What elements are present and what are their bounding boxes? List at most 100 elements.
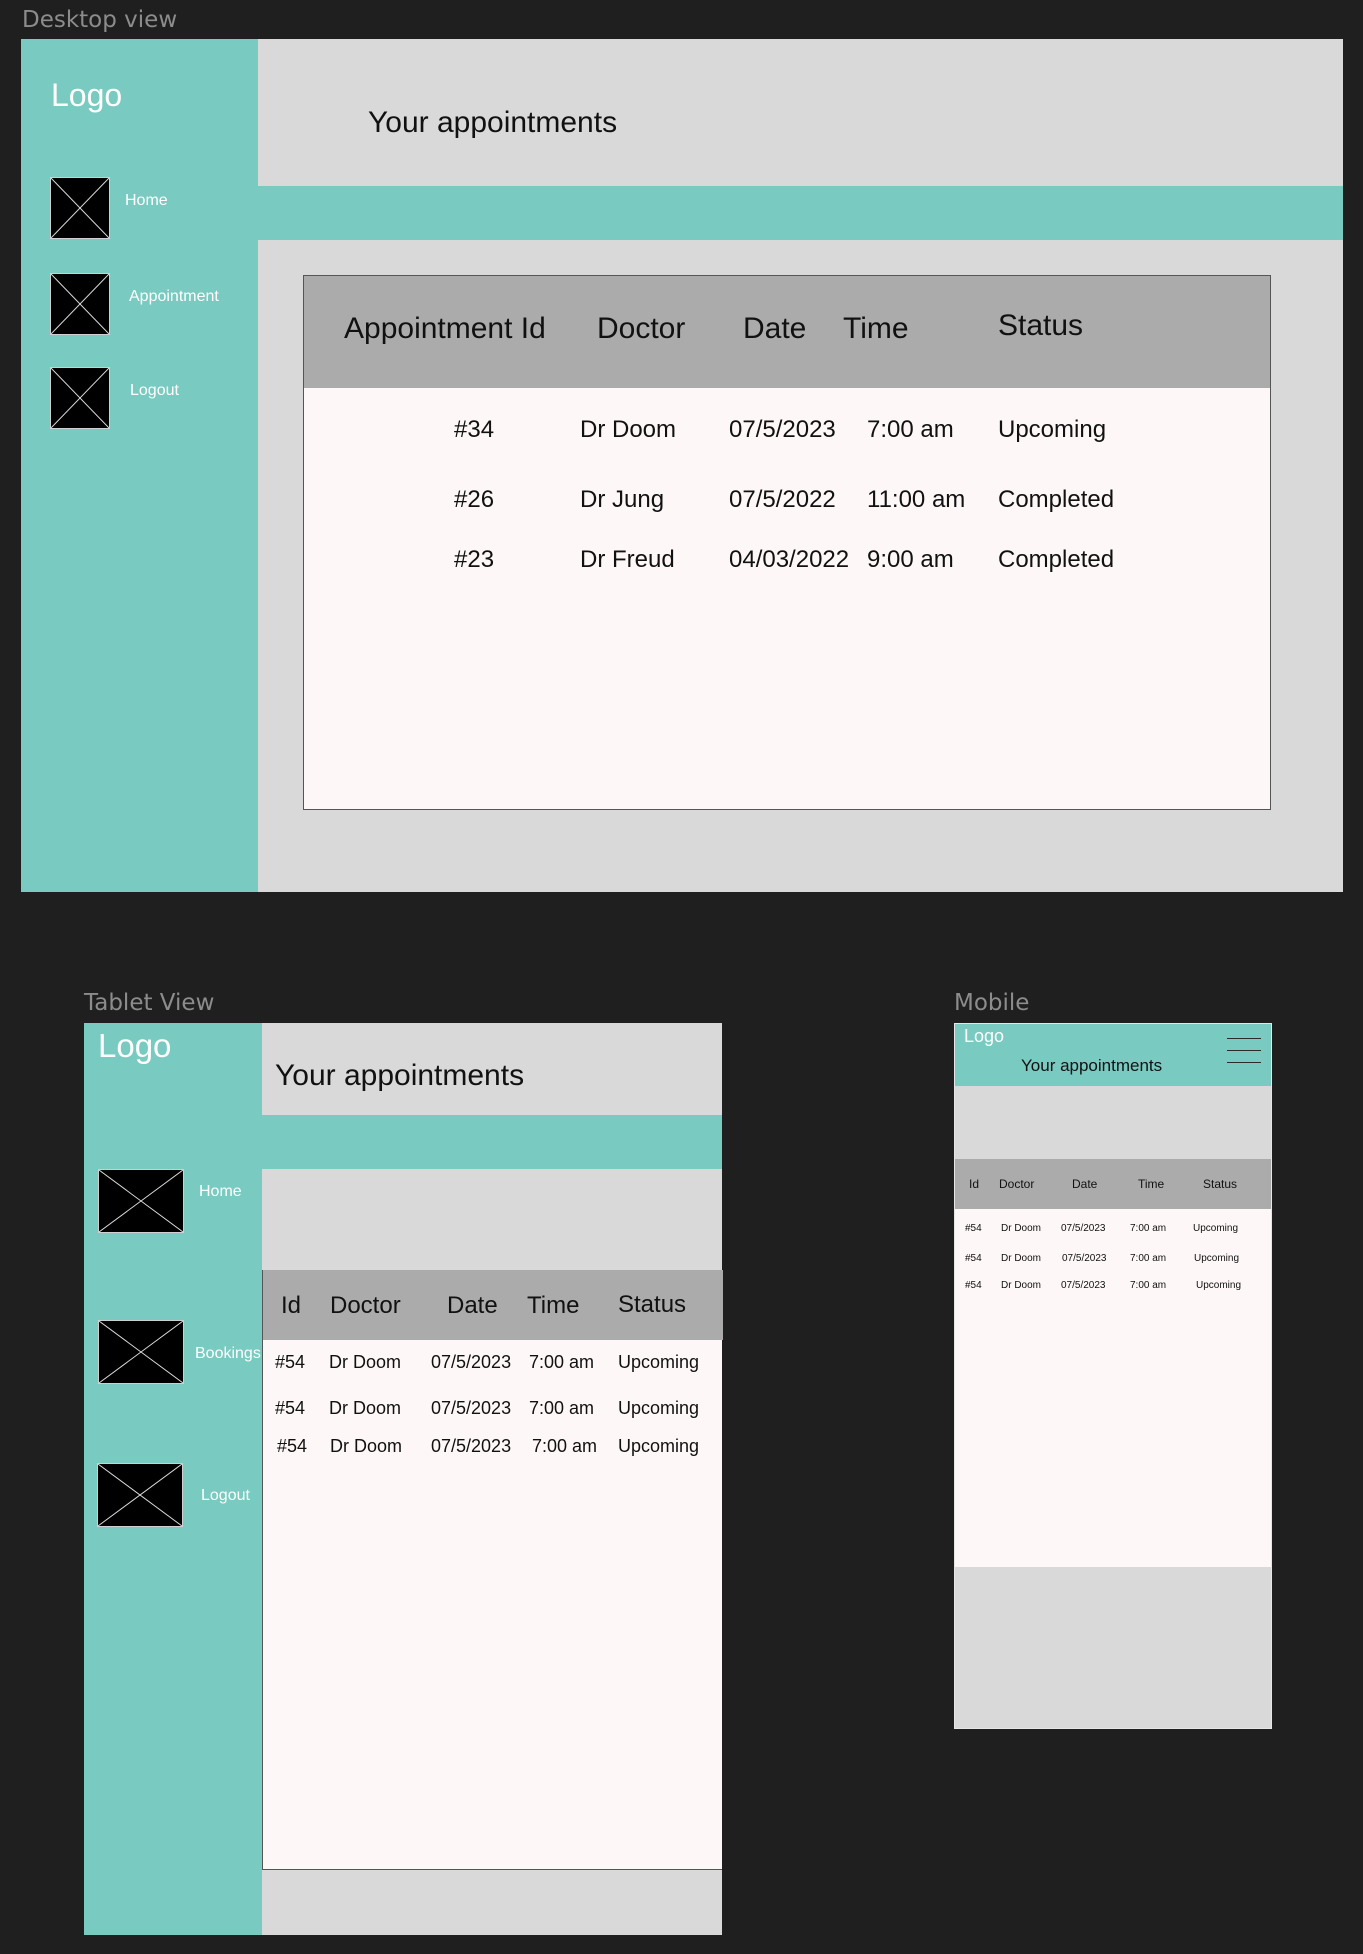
desktop-nav-logout-label: Logout bbox=[130, 382, 179, 399]
tablet-col-date: Date bbox=[447, 1292, 498, 1319]
mobile-page-title: Your appointments bbox=[1021, 1056, 1163, 1075]
placeholder-image-icon bbox=[50, 273, 110, 335]
desktop-page-title: Your appointments bbox=[368, 106, 618, 139]
cell-date: 07/5/2023 bbox=[431, 1398, 512, 1418]
desktop-frame: Logo Home Appointment Logout Your appoin… bbox=[21, 39, 1343, 892]
cell-date: 07/5/2023 bbox=[729, 416, 836, 443]
cell-date: 04/03/2022 bbox=[729, 546, 850, 573]
cell-status: Upcoming bbox=[618, 1352, 700, 1372]
tablet-nav-logout-label: Logout bbox=[201, 1487, 250, 1504]
desktop-col-status: Status bbox=[998, 309, 1084, 342]
table-row[interactable]: #54 Dr Doom 07/5/2023 7:00 am Upcoming bbox=[955, 1280, 1271, 1294]
tablet-frame: Logo Home Bookings Logout Your appointme… bbox=[84, 1023, 723, 1935]
table-row[interactable]: #26 Dr Jung 07/5/2022 11:00 am Completed bbox=[304, 486, 1270, 526]
cell-id: #54 bbox=[965, 1280, 982, 1291]
table-row[interactable]: #54 Dr Doom 07/5/2023 7:00 am Upcoming bbox=[263, 1436, 723, 1462]
tablet-col-status: Status bbox=[618, 1291, 687, 1318]
cell-status: Completed bbox=[998, 546, 1115, 573]
tablet-appointments-table: Id Doctor Date Time Status #54 Dr Doom 0… bbox=[262, 1270, 723, 1870]
table-row[interactable]: #54 Dr Doom 07/5/2023 7:00 am Upcoming bbox=[263, 1352, 723, 1378]
cell-date: 07/5/2023 bbox=[1062, 1253, 1107, 1264]
table-row[interactable]: #54 Dr Doom 07/5/2023 7:00 am Upcoming bbox=[263, 1398, 723, 1424]
cell-status: Upcoming bbox=[1193, 1223, 1239, 1234]
cell-time: 11:00 am bbox=[867, 486, 966, 513]
desktop-nav-logout[interactable]: Logout bbox=[50, 367, 250, 429]
cell-status: Completed bbox=[998, 486, 1115, 513]
mobile-col-date: Date bbox=[1072, 1177, 1098, 1191]
placeholder-image-icon bbox=[50, 367, 110, 429]
cell-time: 9:00 am bbox=[867, 546, 954, 573]
mobile-logo: Logo bbox=[964, 1026, 1005, 1046]
cell-date: 07/5/2023 bbox=[1061, 1280, 1106, 1291]
cell-status: Upcoming bbox=[618, 1436, 700, 1456]
cell-status: Upcoming bbox=[1196, 1280, 1242, 1291]
table-row[interactable]: #54 Dr Doom 07/5/2023 7:00 am Upcoming bbox=[955, 1223, 1271, 1237]
cell-date: 07/5/2023 bbox=[431, 1352, 512, 1372]
desktop-col-time: Time bbox=[843, 312, 909, 345]
tablet-nav-logout[interactable]: Logout bbox=[97, 1463, 261, 1527]
desktop-col-appointment-id: Appointment Id bbox=[344, 312, 546, 345]
tablet-nav-home-label: Home bbox=[199, 1183, 242, 1200]
mobile-col-doctor: Doctor bbox=[999, 1177, 1035, 1191]
cell-id: #54 bbox=[275, 1352, 306, 1372]
cell-doctor: Dr Doom bbox=[580, 416, 677, 443]
mobile-col-status: Status bbox=[1203, 1177, 1238, 1191]
cell-id: #54 bbox=[275, 1398, 306, 1418]
tablet-header-bar bbox=[262, 1115, 722, 1169]
tablet-nav-bookings-label: Bookings bbox=[195, 1345, 261, 1362]
mobile-header: Logo Your appointments bbox=[955, 1024, 1271, 1086]
cell-id: #54 bbox=[277, 1436, 308, 1456]
cell-time: 7:00 am bbox=[1130, 1223, 1167, 1234]
placeholder-image-icon bbox=[98, 1320, 184, 1384]
desktop-nav-home-label: Home bbox=[125, 192, 168, 209]
desktop-sidebar: Logo Home Appointment Logout bbox=[21, 39, 258, 892]
cell-doctor: Dr Doom bbox=[329, 1352, 402, 1372]
tablet-col-id: Id bbox=[281, 1292, 302, 1319]
cell-status: Upcoming bbox=[998, 416, 1107, 443]
cell-doctor: Dr Doom bbox=[1001, 1223, 1042, 1234]
hamburger-menu-icon[interactable] bbox=[1227, 1038, 1261, 1068]
desktop-main: Your appointments Appointment Id Doctor … bbox=[258, 39, 1343, 892]
mobile-frame: Logo Your appointments Id Doctor Date Ti… bbox=[954, 1023, 1272, 1729]
desktop-table-header: Appointment Id Doctor Date Time Status bbox=[304, 276, 1270, 388]
cell-doctor: Dr Doom bbox=[1001, 1253, 1042, 1264]
desktop-nav-home[interactable]: Home bbox=[50, 177, 250, 239]
mobile-col-time: Time bbox=[1138, 1177, 1165, 1191]
tablet-main: Your appointments Id Doctor Date Time St… bbox=[262, 1023, 723, 1935]
table-row[interactable]: #23 Dr Freud 04/03/2022 9:00 am Complete… bbox=[304, 546, 1270, 586]
cell-doctor: Dr Jung bbox=[580, 486, 665, 513]
placeholder-image-icon bbox=[98, 1169, 184, 1233]
cell-time: 7:00 am bbox=[1130, 1280, 1167, 1291]
mobile-frame-label: Mobile bbox=[954, 990, 1030, 1016]
desktop-logo: Logo bbox=[51, 77, 123, 113]
cell-status: Upcoming bbox=[1194, 1253, 1240, 1264]
table-row[interactable]: #54 Dr Doom 07/5/2023 7:00 am Upcoming bbox=[955, 1253, 1271, 1267]
cell-doctor: Dr Freud bbox=[580, 546, 675, 573]
tablet-sidebar: Logo Home Bookings Logout bbox=[84, 1023, 262, 1935]
mobile-appointments-table: Id Doctor Date Time Status #54 Dr Doom 0… bbox=[955, 1159, 1271, 1567]
cell-time: 7:00 am bbox=[532, 1436, 598, 1456]
tablet-page-title: Your appointments bbox=[275, 1059, 525, 1092]
cell-time: 7:00 am bbox=[529, 1398, 595, 1418]
cell-doctor: Dr Doom bbox=[329, 1398, 402, 1418]
desktop-nav-appointment[interactable]: Appointment bbox=[50, 273, 250, 335]
cell-id: #34 bbox=[454, 416, 495, 443]
tablet-nav-bookings[interactable]: Bookings bbox=[98, 1320, 262, 1384]
cell-time: 7:00 am bbox=[529, 1352, 595, 1372]
tablet-logo: Logo bbox=[98, 1027, 172, 1064]
placeholder-image-icon bbox=[97, 1463, 183, 1527]
cell-id: #26 bbox=[454, 486, 495, 513]
cell-date: 07/5/2023 bbox=[1061, 1223, 1106, 1234]
desktop-frame-label: Desktop view bbox=[22, 7, 178, 33]
cell-time: 7:00 am bbox=[1130, 1253, 1167, 1264]
cell-doctor: Dr Doom bbox=[330, 1436, 403, 1456]
desktop-header-bar bbox=[258, 186, 1343, 240]
mobile-col-id: Id bbox=[969, 1177, 980, 1191]
desktop-nav-appointment-label: Appointment bbox=[129, 288, 219, 305]
cell-doctor: Dr Doom bbox=[1001, 1280, 1042, 1291]
cell-id: #54 bbox=[965, 1253, 982, 1264]
table-row[interactable]: #34 Dr Doom 07/5/2023 7:00 am Upcoming bbox=[304, 416, 1270, 456]
cell-time: 7:00 am bbox=[867, 416, 954, 443]
tablet-nav-home[interactable]: Home bbox=[98, 1169, 262, 1233]
cell-id: #54 bbox=[965, 1223, 982, 1234]
